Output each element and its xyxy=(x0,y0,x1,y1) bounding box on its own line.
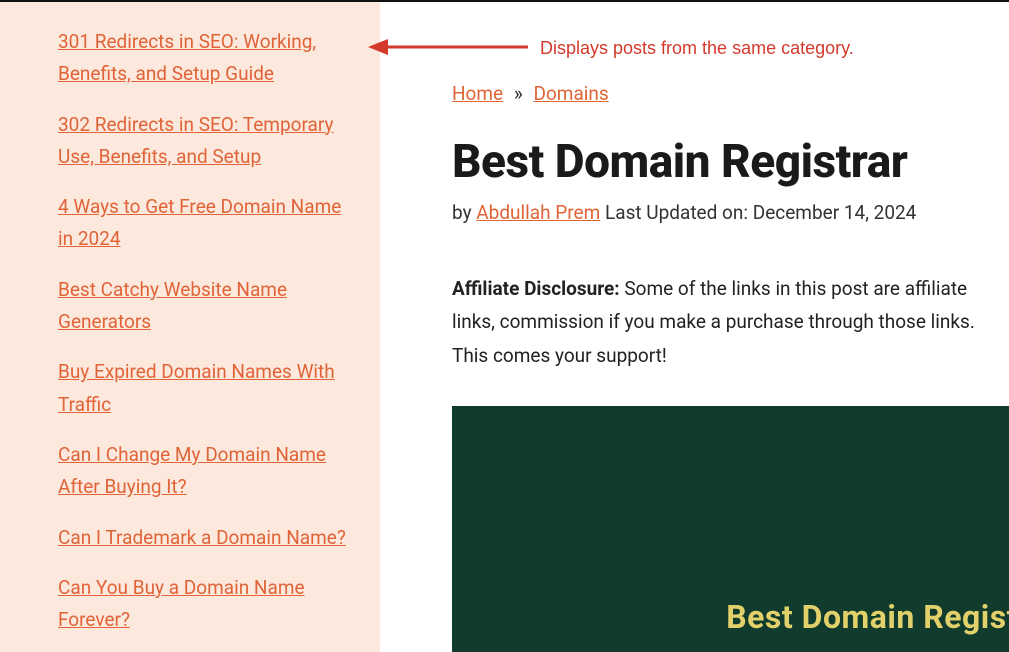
updated-label: Last Updated on: xyxy=(605,201,753,224)
hero-headline: Best Domain Regist xyxy=(726,598,1009,636)
sidebar-link[interactable]: Can You Buy a Domain Name Forever? xyxy=(58,576,305,631)
page-wrap: 301 Redirects in SEO: Working, Benefits,… xyxy=(0,2,1009,652)
sidebar-link[interactable]: 301 Redirects in SEO: Working, Benefits,… xyxy=(58,30,316,85)
sidebar-link[interactable]: Best Catchy Website Name Generators xyxy=(58,278,287,333)
by-label: by xyxy=(452,201,476,224)
sidebar-item-301-redirects: 301 Redirects in SEO: Working, Benefits,… xyxy=(58,26,358,91)
main-content: Home » Domains Best Domain Registrar by … xyxy=(380,2,1009,652)
affiliate-disclosure: Affiliate Disclosure: Some of the links … xyxy=(452,272,1009,372)
page-title: Best Domain Registrar xyxy=(452,135,1009,189)
breadcrumb-separator: » xyxy=(514,82,523,105)
author-link[interactable]: Abdullah Prem xyxy=(476,201,600,224)
sidebar-item-name-generators: Best Catchy Website Name Generators xyxy=(58,274,358,339)
sidebar-item-trademark-domain: Can I Trademark a Domain Name? xyxy=(58,522,358,554)
sidebar-link[interactable]: Can I Trademark a Domain Name? xyxy=(58,526,346,549)
post-meta: by Abdullah Prem Last Updated on: Decemb… xyxy=(452,201,1009,224)
breadcrumb-current[interactable]: Domains xyxy=(533,82,608,105)
hero-image: Best Domain Regist xyxy=(452,406,1009,652)
category-posts-sidebar: 301 Redirects in SEO: Working, Benefits,… xyxy=(0,2,380,652)
sidebar-link[interactable]: 4 Ways to Get Free Domain Name in 2024 xyxy=(58,195,341,250)
sidebar-item-buy-forever: Can You Buy a Domain Name Forever? xyxy=(58,572,358,637)
sidebar-list: 301 Redirects in SEO: Working, Benefits,… xyxy=(58,26,358,652)
sidebar-link[interactable]: Buy Expired Domain Names With Traffic xyxy=(58,360,335,415)
annotation-label: Displays posts from the same category. xyxy=(540,38,854,59)
updated-date: December 14, 2024 xyxy=(753,201,917,224)
sidebar-item-expired-domains: Buy Expired Domain Names With Traffic xyxy=(58,356,358,421)
disclosure-label: Affiliate Disclosure: xyxy=(452,277,620,300)
sidebar-item-free-domain: 4 Ways to Get Free Domain Name in 2024 xyxy=(58,191,358,256)
breadcrumb: Home » Domains xyxy=(452,82,1009,105)
sidebar-link[interactable]: Can I Change My Domain Name After Buying… xyxy=(58,443,326,498)
sidebar-item-change-domain: Can I Change My Domain Name After Buying… xyxy=(58,439,358,504)
sidebar-item-302-redirects: 302 Redirects in SEO: Temporary Use, Ben… xyxy=(58,109,358,174)
sidebar-link[interactable]: 302 Redirects in SEO: Temporary Use, Ben… xyxy=(58,113,333,168)
breadcrumb-home[interactable]: Home xyxy=(452,82,503,105)
